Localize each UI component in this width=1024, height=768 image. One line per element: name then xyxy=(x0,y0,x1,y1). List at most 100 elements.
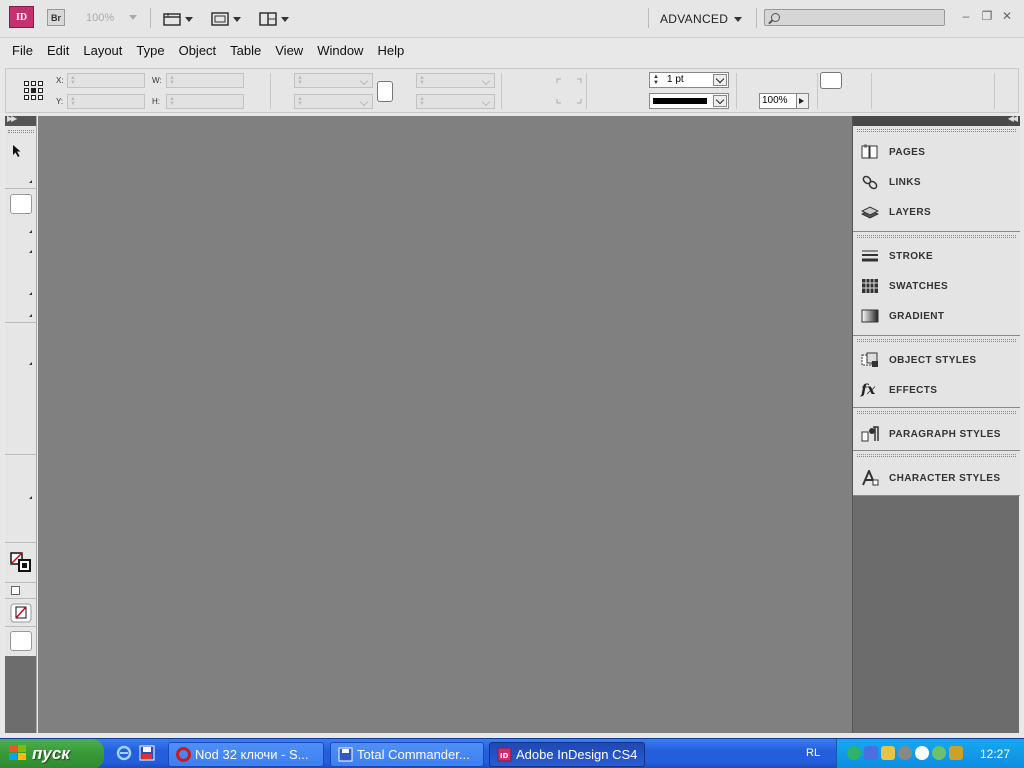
rotation-angle-field[interactable]: ▲ ▼ xyxy=(416,73,495,88)
tool-flyout-icon xyxy=(29,314,32,317)
tool-flyout-icon xyxy=(29,230,32,233)
power-icon[interactable] xyxy=(915,746,929,760)
stroke-weight-field[interactable]: ▲ ▼ 1 pt xyxy=(649,72,729,88)
menu-window[interactable]: Window xyxy=(310,43,370,58)
network-icon[interactable] xyxy=(847,746,861,760)
panel-stroke[interactable]: STROKE xyxy=(853,241,1020,271)
spinner-icon: ▲ ▼ xyxy=(70,96,76,107)
chevron-down-icon[interactable] xyxy=(713,95,727,107)
language-indicator[interactable]: RL xyxy=(806,747,820,759)
panel-group: OBJECT STYLES fx EFFECTS xyxy=(853,336,1020,408)
tools-panel-header[interactable]: ▶▶ xyxy=(5,114,36,126)
internet-explorer-icon[interactable] xyxy=(116,745,132,761)
control-panel: X: ▲ ▼ Y: ▲ ▼ W: ▲ ▼ H: ▲ ▼ ▲ ▼ ▲ ▼ ▲ ▼ ▲ ▼ ▲ ▼ 1… xyxy=(5,68,1019,113)
zoom-level-select[interactable]: 100% xyxy=(86,12,141,27)
w-field[interactable]: ▲ ▼ xyxy=(166,73,244,88)
reference-point-icon[interactable] xyxy=(24,81,44,101)
divider xyxy=(5,542,36,543)
bridge-button[interactable]: Br xyxy=(47,9,65,26)
scale-x-field[interactable]: ▲ ▼ xyxy=(294,73,373,88)
task-label: Nod 32 ключи - S... xyxy=(195,747,309,762)
taskbar-item-nod32[interactable]: Nod 32 ключи - S... xyxy=(168,742,324,767)
menu-view[interactable]: View xyxy=(268,43,310,58)
panel-object-styles[interactable]: OBJECT STYLES xyxy=(853,345,1020,375)
menu-type[interactable]: Type xyxy=(129,43,171,58)
chevron-down-icon xyxy=(734,17,743,23)
divider xyxy=(5,582,36,583)
selection-tool-icon[interactable] xyxy=(11,144,23,158)
menu-file[interactable]: File xyxy=(5,43,40,58)
tool-slot-button[interactable] xyxy=(10,194,32,214)
drop-shadow-button[interactable] xyxy=(820,72,842,89)
indesign-icon: ID xyxy=(497,747,512,762)
help-search-box[interactable] xyxy=(764,9,945,26)
divider xyxy=(817,73,818,109)
panel-grip xyxy=(857,339,1016,342)
xlear-icon[interactable] xyxy=(949,746,963,760)
search-input[interactable] xyxy=(765,10,944,26)
antivirus-icon[interactable] xyxy=(932,746,946,760)
scale-y-field[interactable]: ▲ ▼ xyxy=(294,94,373,109)
document-canvas[interactable] xyxy=(38,116,852,733)
menu-edit[interactable]: Edit xyxy=(40,43,76,58)
chevron-down-icon xyxy=(281,16,289,22)
close-icon[interactable]: ✕ xyxy=(1000,9,1014,23)
stroke-type-select[interactable] xyxy=(649,93,729,109)
h-field[interactable]: ▲ ▼ xyxy=(166,94,244,109)
opera-icon xyxy=(176,747,191,762)
panel-label: OBJECT STYLES xyxy=(889,354,977,366)
panel-paragraph-styles[interactable]: PARAGRAPH STYLES xyxy=(853,419,1020,449)
arrange-documents-button[interactable] xyxy=(259,11,289,27)
divider xyxy=(871,73,872,109)
menu-help[interactable]: Help xyxy=(370,43,411,58)
opacity-field[interactable]: 100% xyxy=(759,93,809,109)
view-options-button[interactable] xyxy=(163,11,193,27)
menu-object[interactable]: Object xyxy=(172,43,224,58)
panel-group: PARAGRAPH STYLES xyxy=(853,408,1020,451)
y-field[interactable]: ▲ ▼ xyxy=(67,94,145,109)
panel-effects[interactable]: fx EFFECTS xyxy=(853,375,1020,405)
tool-flyout-icon xyxy=(29,362,32,365)
menu-layout[interactable]: Layout xyxy=(76,43,129,58)
panel-gradient[interactable]: GRADIENT xyxy=(853,301,1020,331)
start-button[interactable]: пуск xyxy=(0,739,104,768)
panel-label: PARAGRAPH STYLES xyxy=(889,428,1001,440)
speaker-icon[interactable] xyxy=(898,746,912,760)
apply-none-icon[interactable] xyxy=(10,603,32,623)
divider xyxy=(5,454,36,455)
panel-swatches[interactable]: SWATCHES xyxy=(853,271,1020,301)
screen-mode-button[interactable] xyxy=(211,11,241,27)
panel-character-styles[interactable]: CHARACTER STYLES xyxy=(853,463,1020,493)
save-disk-icon[interactable] xyxy=(139,745,155,761)
divider xyxy=(736,73,737,109)
panel-dock: ◀◀ PAGES LINKS LAYERS STROKE SWATCHES GR… xyxy=(852,114,1020,733)
taskbar-item-indesign[interactable]: ID Adobe InDesign CS4 xyxy=(489,742,645,767)
fill-stroke-swatch-icon[interactable] xyxy=(10,552,32,572)
panel-dock-header[interactable]: ◀◀ xyxy=(853,114,1020,126)
taskbar-item-total-commander[interactable]: Total Commander... xyxy=(330,742,484,767)
chevron-right-icon[interactable] xyxy=(796,94,808,108)
panel-layers[interactable]: LAYERS xyxy=(853,197,1020,227)
divider xyxy=(5,626,36,627)
shear-angle-field[interactable]: ▲ ▼ xyxy=(416,94,495,109)
spinner-icon: ▲ ▼ xyxy=(169,75,175,86)
panel-links[interactable]: LINKS xyxy=(853,167,1020,197)
chevron-down-icon xyxy=(482,76,492,85)
restore-icon[interactable]: ❐ xyxy=(980,9,994,23)
keyboard-layout-icon[interactable] xyxy=(881,746,895,760)
indesign-logo-icon[interactable]: ID xyxy=(9,6,34,28)
menu-table[interactable]: Table xyxy=(223,43,268,58)
monitor-icon[interactable] xyxy=(864,746,878,760)
screen-mode-tool-button[interactable] xyxy=(10,631,32,651)
spinner-icon: ▲ ▼ xyxy=(419,75,425,86)
chevron-down-icon[interactable] xyxy=(713,74,727,86)
panel-group: PAGES LINKS LAYERS xyxy=(853,126,1020,232)
panel-pages[interactable]: PAGES xyxy=(853,137,1020,167)
minimize-icon[interactable]: – xyxy=(959,9,973,23)
panel-label: STROKE xyxy=(889,250,934,262)
constrain-proportions-button[interactable] xyxy=(377,81,393,102)
workspace-switcher[interactable]: ADVANCED xyxy=(660,12,743,26)
chevron-down-icon xyxy=(360,76,370,85)
x-field[interactable]: ▲ ▼ xyxy=(67,73,145,88)
formatting-affects-container-icon[interactable] xyxy=(11,586,20,595)
